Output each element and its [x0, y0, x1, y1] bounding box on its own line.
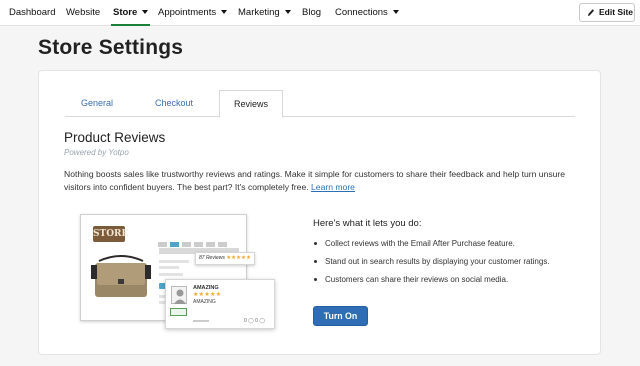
- star-rating-icon: ★★★★★: [193, 292, 222, 298]
- settings-card: General Checkout Reviews Product Reviews…: [38, 70, 601, 355]
- mockup-line: [159, 260, 189, 263]
- nav-label: Dashboard: [9, 7, 56, 18]
- list-item: Stand out in search results by displayin…: [313, 256, 583, 274]
- edit-site-button[interactable]: Edit Site: [579, 3, 635, 22]
- nav-item-dashboard[interactable]: Dashboard: [9, 0, 55, 26]
- features-heading: Here's what it lets you do:: [313, 218, 422, 229]
- star-rating-icon: ★★★★★: [226, 255, 251, 261]
- nav-label: Connections: [335, 7, 388, 18]
- review-date: [193, 320, 209, 322]
- mockup-nav: [158, 234, 230, 247]
- store-logo: STORE: [93, 226, 128, 242]
- nav-item-marketing[interactable]: Marketing: [238, 0, 291, 26]
- verified-badge-icon: [170, 308, 187, 316]
- nav-item-store[interactable]: Store: [110, 0, 151, 26]
- nav-label: Store: [113, 7, 138, 18]
- chevron-down-icon: [392, 10, 399, 14]
- edit-site-label: Edit Site: [599, 7, 634, 17]
- nav-label: Website: [66, 7, 101, 18]
- features-list: Collect reviews with the Email After Pur…: [313, 238, 583, 292]
- page-title: Store Settings: [38, 36, 184, 59]
- tab-checkout[interactable]: Checkout: [129, 90, 219, 117]
- nav-item-blog[interactable]: Blog: [302, 0, 321, 26]
- chevron-down-icon: [221, 10, 228, 14]
- description-text: Nothing boosts sales like trustworthy re…: [64, 168, 569, 194]
- chevron-down-icon: [142, 10, 149, 14]
- reviews-illustration: STORE 87 Reviews ★★★★★ AMAZING ★★★★★ AMA…: [80, 214, 280, 339]
- turn-on-button[interactable]: Turn On: [313, 306, 368, 326]
- messenger-bag-image: [91, 255, 151, 297]
- nav-item-connections[interactable]: Connections: [335, 0, 399, 26]
- chevron-down-icon: [284, 10, 291, 14]
- review-body: AMAZING: [193, 299, 216, 305]
- powered-by-text: Powered by Yotpo: [64, 148, 129, 157]
- nav-label: Marketing: [238, 7, 280, 18]
- list-item: Collect reviews with the Email After Pur…: [313, 238, 583, 256]
- nav-item-appointments[interactable]: Appointments: [158, 0, 228, 26]
- list-item: Customers can share their reviews on soc…: [313, 274, 583, 292]
- tab-bar: General Checkout Reviews: [65, 90, 575, 118]
- reviews-count-badge: 87 Reviews ★★★★★: [195, 252, 255, 265]
- section-title: Product Reviews: [64, 130, 166, 145]
- review-votes: 0 ◯ 0 ◯: [244, 318, 265, 324]
- mockup-line: [159, 273, 183, 276]
- review-card-mockup: AMAZING ★★★★★ AMAZING 0 ◯ 0 ◯: [165, 279, 275, 329]
- tab-general[interactable]: General: [65, 90, 129, 117]
- nav-label: Appointments: [158, 7, 217, 18]
- badge-text: 87 Reviews: [199, 255, 225, 261]
- mockup-line: [159, 266, 179, 269]
- avatar-icon: [171, 286, 187, 304]
- learn-more-link[interactable]: Learn more: [311, 182, 355, 192]
- nav-label: Blog: [302, 7, 322, 18]
- pencil-icon: [588, 9, 594, 16]
- tab-reviews[interactable]: Reviews: [219, 90, 283, 118]
- nav-item-website[interactable]: Website: [66, 0, 100, 26]
- top-nav: Dashboard Website Store Appointments Mar…: [0, 0, 640, 26]
